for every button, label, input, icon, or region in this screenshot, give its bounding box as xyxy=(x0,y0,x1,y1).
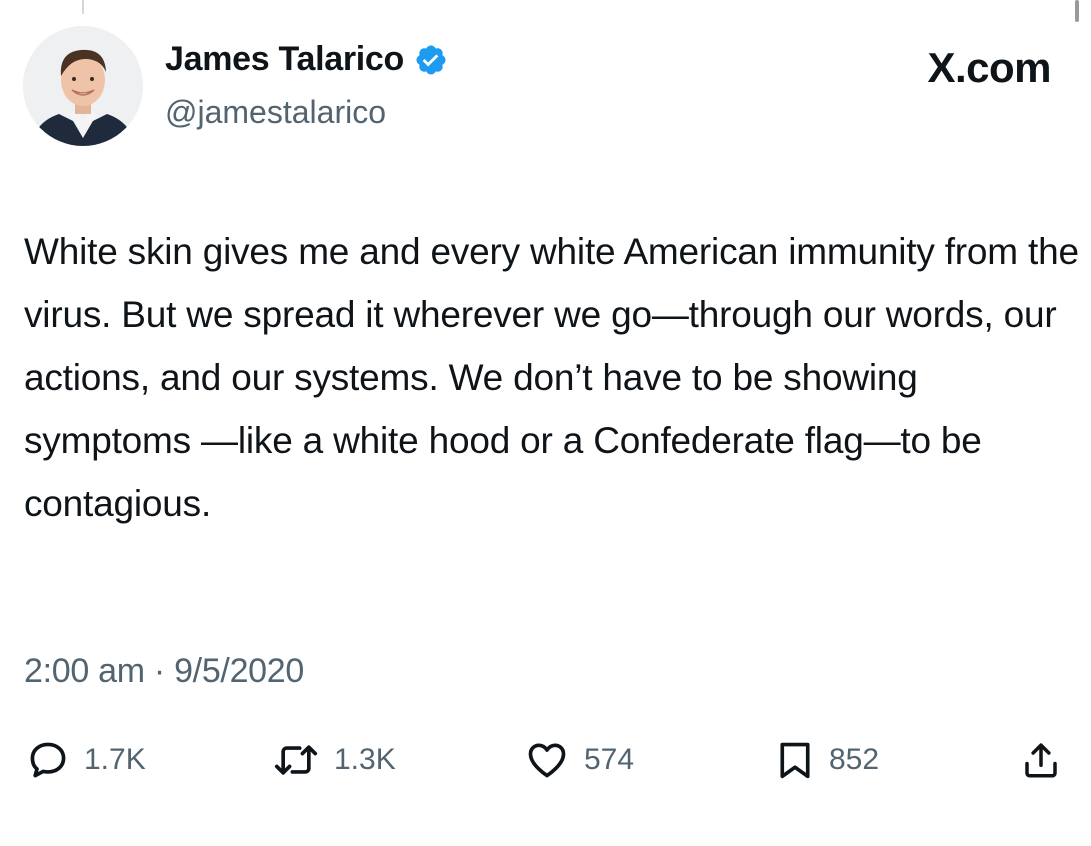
repost-count: 1.3K xyxy=(334,743,396,776)
like-button[interactable]: 574 xyxy=(524,738,634,782)
tweet-timestamp[interactable]: 2:00 am · 9/5/2020 xyxy=(24,652,304,691)
repost-button[interactable]: 1.3K xyxy=(272,738,396,782)
reply-count: 1.7K xyxy=(84,743,146,776)
tweet-text: White skin gives me and every white Amer… xyxy=(24,231,1089,524)
author-name-row[interactable]: James Talarico xyxy=(165,40,448,79)
like-count: 574 xyxy=(584,743,635,776)
verified-badge-icon[interactable] xyxy=(414,43,448,77)
heart-icon xyxy=(524,738,570,782)
brand-label: X.com xyxy=(927,44,1051,91)
bookmark-icon xyxy=(775,738,815,782)
bookmark-count: 852 xyxy=(829,743,880,776)
reply-button[interactable]: 1.7K xyxy=(26,738,146,782)
bookmark-button[interactable]: 852 xyxy=(775,738,879,782)
author-display-name[interactable]: James Talarico xyxy=(165,40,404,79)
scroll-indicator[interactable] xyxy=(1075,0,1079,22)
share-button[interactable] xyxy=(1020,738,1062,782)
author-handle[interactable]: @jamestalarico xyxy=(165,94,386,131)
repost-arrows-icon xyxy=(272,738,320,782)
top-edge-mark xyxy=(82,0,84,14)
share-upload-icon xyxy=(1020,738,1062,782)
speech-bubble-icon xyxy=(26,738,70,782)
avatar[interactable] xyxy=(23,26,143,146)
